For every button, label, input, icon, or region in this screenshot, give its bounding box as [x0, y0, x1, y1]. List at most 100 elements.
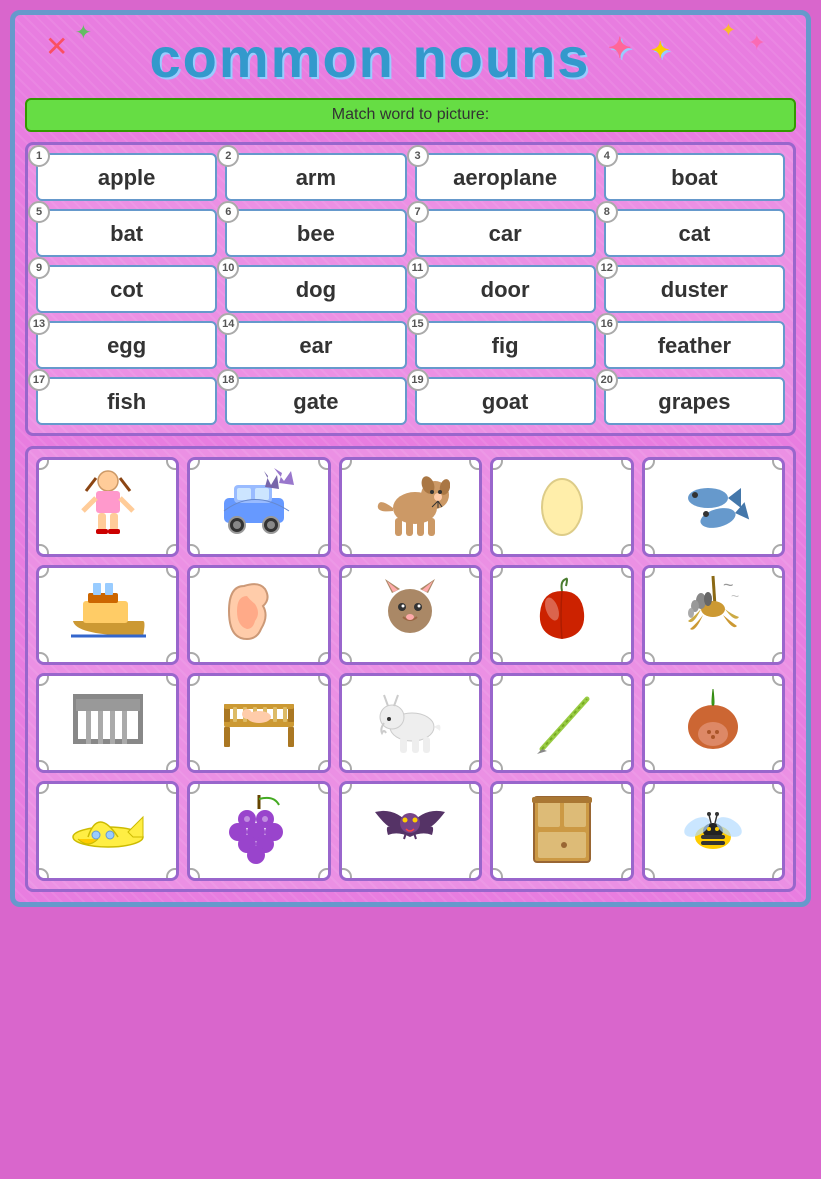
picture-content-19 [522, 787, 602, 876]
deco-star-yellow: ✦ [721, 20, 736, 41]
corner-br [166, 868, 179, 881]
word-label-13: egg [107, 333, 146, 358]
word-label-6: bee [297, 221, 335, 246]
picture-content-8 [370, 571, 450, 660]
corner-bl [36, 544, 49, 557]
word-item-20: 20grapes [604, 377, 785, 425]
picture-item-8 [339, 565, 482, 665]
corner-tl [36, 565, 49, 578]
picture-content-17 [219, 787, 299, 876]
title-star-1: ✦ [608, 32, 633, 63]
picture-item-14 [490, 673, 633, 773]
corner-bl [339, 544, 352, 557]
word-label-18: gate [293, 389, 338, 414]
title-star-2: ✦ [651, 37, 671, 62]
corner-tr [469, 457, 482, 470]
picture-content-10: ~ ~ [673, 571, 753, 660]
picture-item-18 [339, 781, 482, 881]
word-number-15: 15 [407, 313, 429, 335]
corner-br [318, 868, 331, 881]
corner-tr [621, 781, 634, 794]
corner-tl [187, 673, 200, 686]
picture-content-2 [219, 463, 299, 552]
corner-tl [490, 673, 503, 686]
deco-star-pink: ✦ [748, 30, 766, 56]
word-number-19: 19 [407, 369, 429, 391]
picture-item-19 [490, 781, 633, 881]
picture-content-3 [370, 463, 450, 552]
word-item-16: 16feather [604, 321, 785, 369]
word-number-12: 12 [596, 257, 618, 279]
corner-bl [490, 760, 503, 773]
corner-tl [642, 673, 655, 686]
corner-tr [621, 565, 634, 578]
corner-bl [187, 652, 200, 665]
corner-br [772, 868, 785, 881]
picture-item-13 [339, 673, 482, 773]
instruction-bar: Match word to picture: [25, 98, 796, 132]
picture-content-20 [673, 787, 753, 876]
corner-br [772, 544, 785, 557]
word-number-3: 3 [407, 145, 429, 167]
word-item-12: 12duster [604, 265, 785, 313]
word-number-9: 9 [28, 257, 50, 279]
picture-item-11 [36, 673, 179, 773]
title-text: common nouns [150, 26, 591, 89]
title-row: ✕ ✦ common nouns ✦ ✦ ✦ ✦ [25, 25, 796, 90]
word-number-6: 6 [217, 201, 239, 223]
picture-content-13 [370, 679, 450, 768]
corner-br [318, 544, 331, 557]
corner-tr [772, 457, 785, 470]
page-title: common nouns ✦ ✦ [45, 25, 776, 90]
word-number-8: 8 [596, 201, 618, 223]
corner-tr [621, 673, 634, 686]
word-item-1: 1apple [36, 153, 217, 201]
corner-bl [187, 760, 200, 773]
corner-tl [339, 673, 352, 686]
corner-tl [642, 457, 655, 470]
corner-tl [642, 565, 655, 578]
corner-br [772, 760, 785, 773]
picture-content-14 [522, 679, 602, 768]
corner-bl [187, 544, 200, 557]
corner-tl [36, 457, 49, 470]
corner-tr [166, 457, 179, 470]
word-item-11: 11door [415, 265, 596, 313]
corner-tl [339, 457, 352, 470]
corner-br [166, 544, 179, 557]
corner-tr [166, 673, 179, 686]
picture-item-4 [490, 457, 633, 557]
corner-tl [36, 781, 49, 794]
pictures-grid: ~ ~ [36, 457, 785, 881]
picture-item-1 [36, 457, 179, 557]
corner-tr [318, 781, 331, 794]
picture-content-12 [219, 679, 299, 768]
corner-tl [187, 781, 200, 794]
word-item-15: 15fig [415, 321, 596, 369]
corner-bl [339, 652, 352, 665]
word-label-15: fig [492, 333, 519, 358]
word-label-20: grapes [658, 389, 730, 414]
picture-item-3 [339, 457, 482, 557]
corner-tl [490, 565, 503, 578]
corner-tl [339, 565, 352, 578]
corner-tl [642, 781, 655, 794]
corner-bl [339, 868, 352, 881]
instruction-text: Match word to picture: [332, 106, 489, 123]
corner-bl [642, 544, 655, 557]
corner-br [166, 652, 179, 665]
corner-tl [339, 781, 352, 794]
corner-tr [621, 457, 634, 470]
corner-tr [469, 781, 482, 794]
word-number-1: 1 [28, 145, 50, 167]
word-label-10: dog [296, 277, 336, 302]
corner-tr [772, 781, 785, 794]
corner-tl [490, 781, 503, 794]
corner-tr [469, 565, 482, 578]
corner-br [621, 868, 634, 881]
corner-tr [318, 673, 331, 686]
svg-text:~: ~ [731, 588, 739, 604]
corner-tr [318, 565, 331, 578]
picture-content-9 [522, 571, 602, 660]
word-label-16: feather [658, 333, 731, 358]
